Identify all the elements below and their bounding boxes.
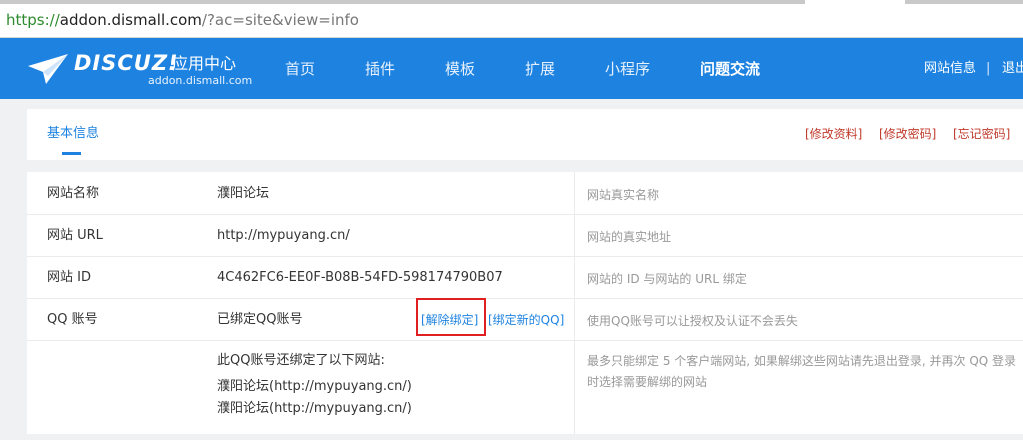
- bound-sites-desc: 最多只能绑定 5 个客户端网站, 如果解绑这些网站请先退出登录, 并再次 QQ …: [587, 354, 1017, 389]
- qq-label: QQ 账号: [47, 312, 98, 327]
- browser-tab-strip: [0, 0, 805, 4]
- site-name-desc: 网站真实名称: [587, 188, 660, 202]
- bound-sites-heading: 此QQ账号还绑定了以下网站:: [217, 353, 385, 368]
- bound-site-item: 濮阳论坛(http://mypuyang.cn/): [217, 401, 412, 416]
- site-name-label: 网站名称: [47, 186, 100, 201]
- url-scheme: https://: [6, 11, 60, 29]
- tab-basic-info[interactable]: 基本信息: [47, 125, 99, 143]
- logo-subtitle: 应用中心: [172, 54, 237, 73]
- url-host: addon.dismall.com: [59, 11, 202, 29]
- top-navigation: DISCUZ! 应用中心 addon.dismall.com 首页 插件 模板 …: [0, 38, 1023, 99]
- table-row-bound-sites: 此QQ账号还绑定了以下网站: 濮阳论坛(http://mypuyang.cn/)…: [27, 341, 1023, 434]
- nav-separator: |: [986, 61, 991, 76]
- tab-active-indicator: [62, 152, 81, 155]
- site-info-table: 网站名称 濮阳论坛 网站真实名称 网站 URL http://mypuyang.…: [27, 172, 1023, 434]
- browser-tab-strip-right: [905, 0, 1023, 4]
- bound-site-item: 濮阳论坛(http://mypuyang.cn/): [217, 379, 412, 394]
- url-text[interactable]: https://addon.dismall.com/?ac=site&view=…: [6, 10, 359, 30]
- table-row-site-url: 网站 URL http://mypuyang.cn/ 网站的真实地址: [27, 215, 1023, 257]
- site-id-desc: 网站的 ID 与网站的 URL 绑定: [587, 272, 747, 286]
- url-path: /?ac=site&view=info: [201, 11, 359, 29]
- site-url-value: http://mypuyang.cn/: [217, 228, 350, 243]
- site-url-desc: 网站的真实地址: [587, 230, 672, 244]
- browser-address-bar[interactable]: https://addon.dismall.com/?ac=site&view=…: [0, 0, 1023, 38]
- bind-new-qq-link[interactable]: [绑定新的QQ]: [488, 312, 564, 328]
- logo-wordmark: DISCUZ!: [74, 51, 179, 75]
- table-row-site-id: 网站 ID 4C462FC6-EE0F-B08B-54FD-598174790B…: [27, 257, 1023, 299]
- discuz-logo[interactable]: DISCUZ! 应用中心 addon.dismall.com: [26, 48, 256, 92]
- nav-home[interactable]: 首页: [285, 59, 315, 79]
- table-row-qq: QQ 账号 已绑定QQ账号 [解除绑定] [绑定新的QQ] 使用QQ账号可以让授…: [27, 299, 1023, 341]
- nav-templates[interactable]: 模板: [445, 59, 475, 79]
- table-row-site-name: 网站名称 濮阳论坛 网站真实名称: [27, 172, 1023, 215]
- qq-desc: 使用QQ账号可以让授权及认证不会丢失: [587, 314, 798, 328]
- logo-domain: addon.dismall.com: [148, 74, 253, 87]
- unbind-highlight-box: [416, 298, 486, 336]
- site-name-value: 濮阳论坛: [217, 186, 270, 201]
- nav-extensions[interactable]: 扩展: [525, 59, 555, 79]
- nav-qa[interactable]: 问题交流: [700, 59, 760, 79]
- edit-profile-link[interactable]: [修改资料]: [805, 126, 862, 142]
- paper-plane-icon: [28, 54, 68, 84]
- nav-mini-programs[interactable]: 小程序: [605, 59, 650, 79]
- nav-plugins[interactable]: 插件: [365, 59, 395, 79]
- tab-bar: 基本信息 [修改资料] [修改密码] [忘记密码]: [27, 109, 1023, 160]
- site-id-label: 网站 ID: [47, 270, 91, 285]
- site-info-link[interactable]: 网站信息: [924, 60, 976, 78]
- change-password-link[interactable]: [修改密码]: [879, 126, 936, 142]
- logout-link[interactable]: 退出: [1002, 60, 1023, 78]
- forgot-password-link[interactable]: [忘记密码]: [953, 126, 1010, 142]
- site-id-value: 4C462FC6-EE0F-B08B-54FD-598174790B07: [217, 270, 503, 285]
- site-url-label: 网站 URL: [47, 228, 103, 243]
- qq-status: 已绑定QQ账号: [217, 312, 303, 327]
